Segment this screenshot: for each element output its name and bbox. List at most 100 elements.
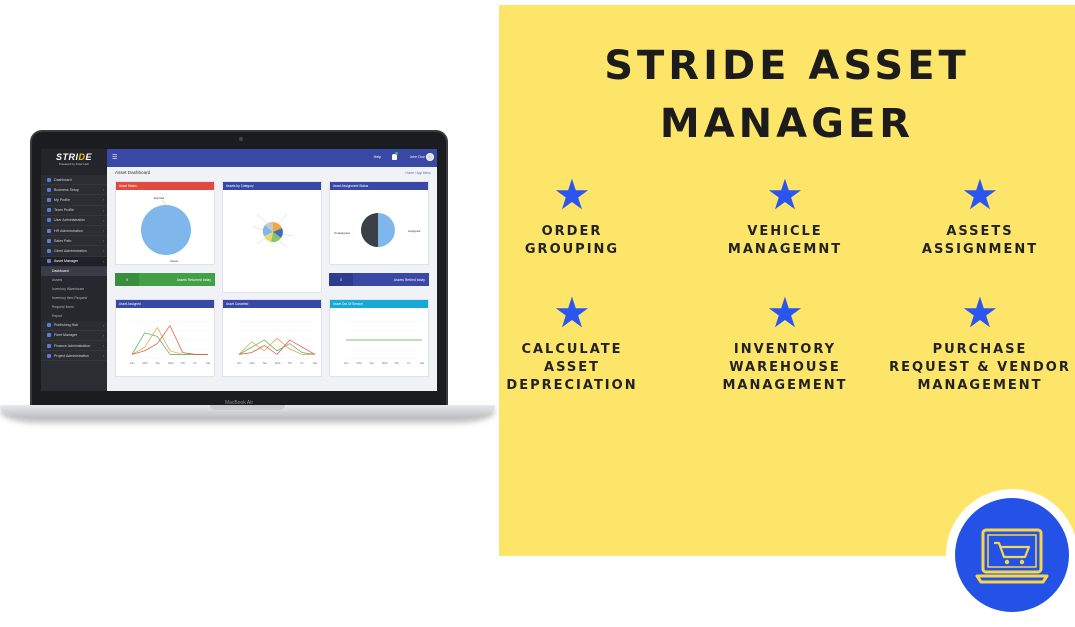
chevron-right-icon: › [102, 228, 104, 234]
cart-badge [946, 489, 1075, 621]
menu-icon [47, 197, 51, 202]
menu-icon [47, 177, 51, 182]
x-tick-label: Thu [395, 361, 400, 365]
notification-dot [395, 152, 398, 155]
sidebar-item-label: Client Administration [54, 248, 87, 253]
menu-icon [47, 353, 51, 358]
hamburger-menu-icon[interactable]: ☰ [112, 154, 117, 161]
x-tick-label: Tue [369, 361, 374, 365]
sidebar-item-11[interactable]: Finance Administration › [41, 341, 107, 352]
sidebar-item-label: Business Setup [54, 187, 79, 192]
asset-assigned-card: Asset Assigned Sun Mon Tue Wed Thu Fri Sat [115, 299, 215, 377]
asset-status-card: Asset Status Expired Active [115, 181, 215, 265]
series-line [238, 337, 315, 355]
sidebar-item-label: Asset Manager [54, 259, 79, 264]
top-bar: ☰ Help John Doe [107, 149, 437, 167]
sidebar-item-label: Sales Path [54, 238, 72, 243]
x-tick-label: Sat [206, 361, 210, 365]
main-content: Asset Dashboard Home / App Menu Asset St… [107, 167, 437, 391]
card-title: Asset Assignment Status [330, 182, 428, 190]
sidebar-item-label: My Profile [54, 197, 70, 202]
sidebar-item-8[interactable]: Asset Manager › [41, 256, 107, 267]
pie-label-active: Active [170, 259, 179, 263]
chevron-right-icon: › [102, 258, 104, 264]
avatar[interactable] [426, 153, 434, 161]
sidebar-item-0[interactable]: Dashboard [41, 175, 107, 186]
x-tick-label: Tue [155, 361, 160, 365]
returned-today-stat: 0 Assets Returned today [115, 273, 215, 286]
sidebar-item-2[interactable]: My Profile › [41, 195, 107, 206]
x-tick-label: Wed [382, 361, 388, 365]
sidebar-item-3[interactable]: Team Profile › [41, 206, 107, 216]
sidebar-item-label: User Administration [54, 218, 86, 223]
chevron-right-icon: › [102, 332, 104, 338]
sidebar-item-1[interactable]: Business Setup › [41, 185, 107, 196]
star-icon: ★ [961, 289, 999, 336]
menu-icon [47, 333, 51, 338]
laptop-model-label: MacBook Air [224, 400, 254, 406]
x-tick-label: Sat [313, 361, 317, 365]
menu-icon [47, 228, 51, 233]
sidebar-item-4[interactable]: User Administration › [41, 216, 107, 226]
sidebar-item-label: Dashboard [54, 177, 72, 182]
sidebar-item-6[interactable]: Sales Path › [41, 236, 107, 247]
sidebar-item-label: Team Profile [54, 208, 74, 213]
page-title: Asset Dashboard [115, 170, 151, 175]
breadcrumb[interactable]: Home / App Menu [405, 171, 431, 175]
x-tick-label: Mon [357, 361, 363, 365]
star-icon: ★ [766, 289, 804, 336]
sidebar-subitem-2[interactable]: Inventory Warehouse [41, 284, 107, 294]
retired-today-stat: 0 Assets Retired today [329, 273, 429, 286]
sidebar-item-10[interactable]: Fleet Manager › [41, 331, 107, 342]
laptop-screen-bezel: STRIDE Powered by Polar Hub Dashboard Bus… [30, 130, 448, 408]
feature-purchase-request: ★ PURCHASE REQUEST & VENDOR MANAGEMENT [885, 291, 1075, 395]
card-title: Asset Out Of Service [330, 300, 428, 308]
x-tick-label: Fri [407, 361, 410, 365]
x-tick-label: Tue [262, 361, 267, 365]
star-icon: ★ [553, 171, 591, 218]
star-icon: ★ [961, 171, 999, 218]
sidebar-item-5[interactable]: HR Administration › [41, 226, 107, 237]
star-icon: ★ [766, 171, 804, 218]
asset-status-pie: Expired Active [141, 196, 191, 263]
laptop-cart-icon [975, 528, 1049, 584]
star-icon: ★ [553, 289, 591, 336]
x-tick-label: Fri [300, 361, 303, 365]
chevron-right-icon: › [102, 207, 104, 213]
user-name[interactable]: John Doe [410, 155, 425, 159]
powered-by: Powered by Polar Hub [58, 162, 90, 166]
chevron-right-icon: › [102, 238, 104, 244]
sidebar-item-label: Publishing Hub [54, 323, 79, 328]
sidebar-subitem-3[interactable]: Inventory Item Request [41, 293, 107, 303]
sidebar-subitem-4[interactable]: Request Items [41, 302, 107, 312]
sidebar-item-12[interactable]: Project Administration › [41, 351, 107, 362]
assets-by-category-card: Assets by Category [222, 181, 322, 293]
app-logo: STRIDE Powered by Polar Hub [41, 149, 107, 175]
laptop-base [0, 405, 495, 419]
menu-icon [47, 343, 51, 348]
x-tick-label: Wed [168, 361, 174, 365]
feature-order-grouping: ★ ORDER GROUPING [477, 173, 667, 259]
out-of-service-line-chart: Sun Mon Tue Wed Thu Fri Sat [344, 321, 424, 365]
assignment-pie: Unassigned Assigned [334, 213, 421, 247]
chevron-right-icon: › [102, 217, 104, 223]
sidebar-subitem-5[interactable]: Report [41, 311, 107, 321]
x-tick-label: Fri [193, 361, 196, 365]
sidebar-item-9[interactable]: Publishing Hub › [41, 321, 107, 331]
chevron-right-icon: › [102, 343, 104, 349]
chevron-right-icon: › [102, 322, 104, 328]
asset-canceled-card: Asset Canceled Sun Mon Tue Wed Thu Fri Sat [222, 299, 322, 377]
sidebar-subitem-0[interactable]: Dashboard [41, 266, 107, 276]
feature-inventory-warehouse: ★ INVENTORY WAREHOUSE MANAGEMENT [690, 291, 880, 395]
sidebar: STRIDE Powered by Polar Hub Dashboard Bus… [41, 149, 107, 391]
sidebar-subitem-1[interactable]: Assets [41, 275, 107, 285]
card-title: Asset Assigned [116, 300, 214, 308]
sidebar-item-7[interactable]: Client Administration › [41, 246, 107, 257]
camera-dot [239, 137, 243, 141]
menu-icon [47, 248, 51, 253]
feature-asset-depreciation: ★ CALCULATE ASSET DEPRECIATION [477, 291, 667, 395]
card-title: Asset Canceled [223, 300, 321, 308]
help-link[interactable]: Help [374, 155, 381, 159]
pie-slice-unassigned [361, 213, 378, 247]
assignment-status-card: Asset Assignment Status Unassigned Assig… [329, 181, 429, 265]
